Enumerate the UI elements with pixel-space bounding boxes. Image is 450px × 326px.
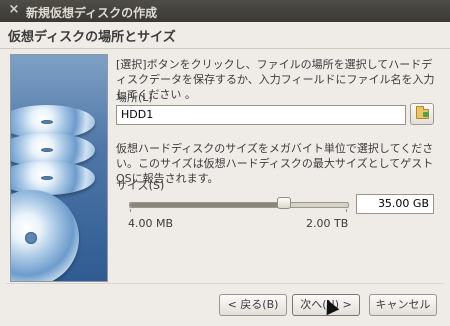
- wizard-content: [選択]ボタンをクリックし、ファイルの場所を選択してハードディスクデータを保存す…: [6, 49, 442, 283]
- size-input[interactable]: 35.00 GB: [356, 194, 434, 214]
- disc-icon: [11, 190, 79, 281]
- size-label: サイズ(S): [116, 179, 165, 192]
- folder-icon: [416, 106, 429, 119]
- close-icon[interactable]: ×: [7, 3, 21, 17]
- size-max-label: 2.00 TB: [306, 217, 349, 230]
- location-label: 場所(L): [116, 91, 153, 104]
- disk-illustration: [10, 54, 108, 282]
- slider-tick: [346, 209, 347, 212]
- size-slider-thumb[interactable]: [277, 197, 291, 209]
- page-title: 仮想ディスクの場所とサイズ: [8, 30, 176, 45]
- footer-divider: [6, 283, 444, 284]
- slider-tick: [130, 209, 131, 212]
- window-title: 新規仮想ディスクの作成: [26, 6, 158, 20]
- location-description: [選択]ボタンをクリックし、ファイルの場所を選択してハードディスクデータを保存す…: [116, 58, 435, 101]
- size-slider-fill: [130, 203, 285, 207]
- size-description: 仮想ハードディスクのサイズをメガバイト単位で選択してください。このサイズは仮想ハ…: [116, 142, 434, 185]
- location-input[interactable]: HDD1: [116, 105, 406, 125]
- back-button[interactable]: < 戻る(B): [219, 294, 287, 316]
- size-slider-track[interactable]: [129, 202, 349, 208]
- page-header: 仮想ディスクの場所とサイズ: [0, 22, 450, 49]
- title-bar: × 新規仮想ディスクの作成: [0, 0, 450, 22]
- browse-button[interactable]: [410, 103, 434, 125]
- size-min-label: 4.00 MB: [128, 217, 174, 230]
- cancel-button[interactable]: キャンセル: [369, 294, 437, 316]
